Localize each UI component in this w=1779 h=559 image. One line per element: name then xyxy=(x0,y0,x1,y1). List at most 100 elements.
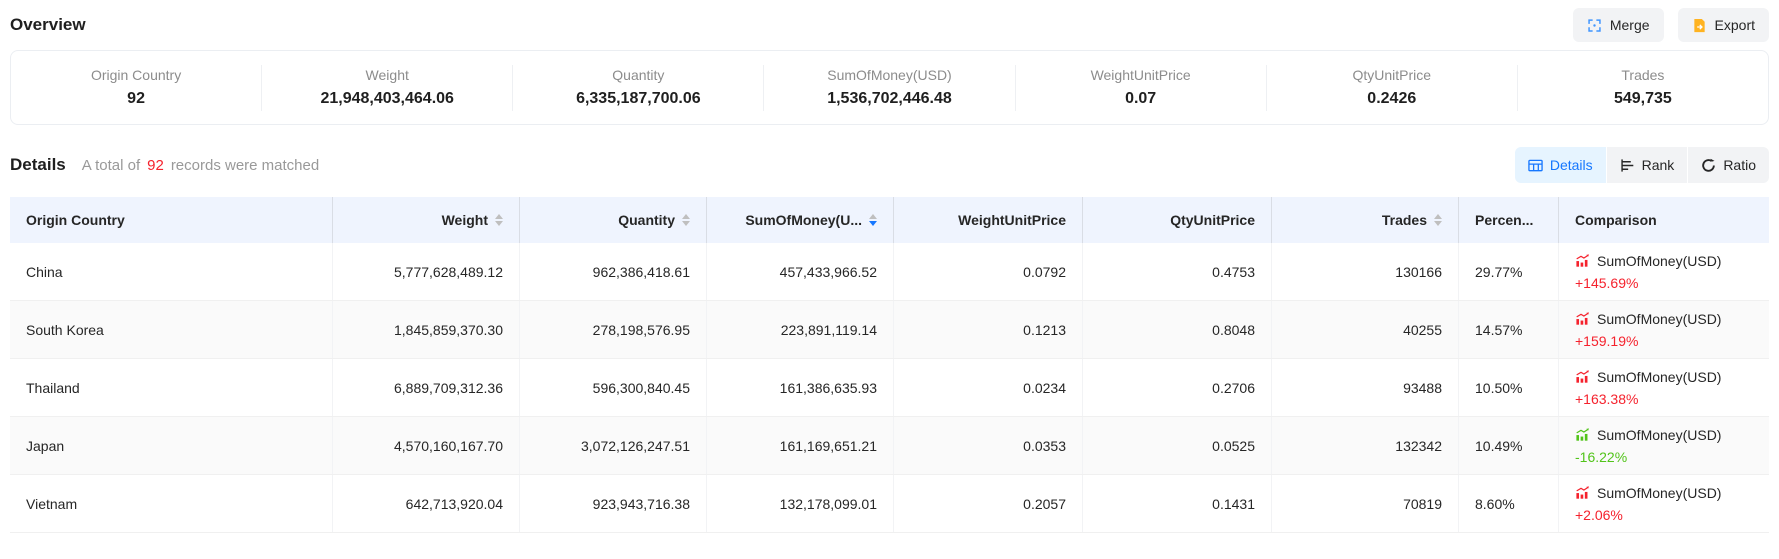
cell-trades: 70819 xyxy=(1271,475,1458,532)
cell-comparison: SumOfMoney(USD)+2.06% xyxy=(1558,475,1769,532)
table-header-row: Origin CountryWeightQuantitySumOfMoney(U… xyxy=(10,197,1769,243)
view-tab-rank[interactable]: Rank xyxy=(1607,147,1688,183)
sort-icon[interactable] xyxy=(495,214,503,226)
cell-comparison: SumOfMoney(USD)+163.38% xyxy=(1558,359,1769,416)
trend-up-icon xyxy=(1575,253,1590,268)
sort-caret-up-icon xyxy=(1434,214,1442,219)
table-row[interactable]: Japan4,570,160,167.703,072,126,247.51161… xyxy=(10,417,1769,475)
overview-stat: Quantity 6,335,187,700.06 xyxy=(512,65,763,111)
overview-stat-label: Weight xyxy=(262,67,512,83)
cell-origin-country: Thailand xyxy=(10,359,332,416)
trend-down-icon xyxy=(1575,427,1590,442)
summary-suffix: records were matched xyxy=(171,157,319,174)
merge-button[interactable]: Merge xyxy=(1573,8,1664,42)
sort-caret-down-icon xyxy=(682,221,690,226)
cell-sum-of-money: 161,386,635.93 xyxy=(706,359,893,416)
overview-card: Origin Country92Weight21,948,403,464.06Q… xyxy=(10,50,1769,125)
column-header-label: SumOfMoney(U... xyxy=(745,212,862,228)
column-header[interactable]: SumOfMoney(U... xyxy=(706,197,893,243)
cell-weight-unit-price: 0.0792 xyxy=(893,243,1082,300)
sort-caret-down-icon xyxy=(495,221,503,226)
cell-percentage: 14.57% xyxy=(1458,301,1558,358)
column-header[interactable]: Quantity xyxy=(519,197,706,243)
view-tab-label: Details xyxy=(1550,157,1593,173)
table-row[interactable]: South Korea1,845,859,370.30278,198,576.9… xyxy=(10,301,1769,359)
overview-stat-label: SumOfMoney(USD) xyxy=(764,67,1014,83)
table-row[interactable]: Vietnam642,713,920.04923,943,716.38132,1… xyxy=(10,475,1769,533)
overview-stat-label: Origin Country xyxy=(11,67,261,83)
cell-qty-unit-price: 0.1431 xyxy=(1082,475,1271,532)
overview-stat: SumOfMoney(USD)1,536,702,446.48 xyxy=(763,65,1014,111)
sort-icon[interactable] xyxy=(682,214,690,226)
overview-stat-value: 549,735 xyxy=(1518,90,1768,108)
overview-stat-value: 6,335,187,700.06 xyxy=(513,90,763,108)
cell-weight-unit-price: 0.0353 xyxy=(893,417,1082,474)
comparison-metric-label: SumOfMoney(USD) xyxy=(1597,482,1721,504)
cell-origin-country: China xyxy=(10,243,332,300)
column-header-label: WeightUnitPrice xyxy=(958,212,1066,228)
overview-stat-value: 21,948,403,464.06 xyxy=(262,90,512,108)
cell-quantity: 278,198,576.95 xyxy=(519,301,706,358)
records-count: 92 xyxy=(147,157,164,174)
comparison-delta: -16.22% xyxy=(1575,446,1627,468)
comparison-metric: SumOfMoney(USD) xyxy=(1575,308,1721,330)
comparison-metric: SumOfMoney(USD) xyxy=(1575,366,1721,388)
comparison-delta: +2.06% xyxy=(1575,504,1623,526)
sort-icon[interactable] xyxy=(1434,214,1442,226)
sort-icon[interactable] xyxy=(869,214,877,226)
overview-stat-label: Quantity xyxy=(513,67,763,83)
cell-percentage: 10.49% xyxy=(1458,417,1558,474)
comparison-metric-label: SumOfMoney(USD) xyxy=(1597,250,1721,272)
overview-stat-value: 92 xyxy=(11,90,261,108)
view-tab-ratio[interactable]: Ratio xyxy=(1688,147,1769,183)
cell-comparison: SumOfMoney(USD)+145.69% xyxy=(1558,243,1769,300)
merge-button-label: Merge xyxy=(1610,17,1650,33)
trade-overview-page: Overview Merge Export Origin Country92We… xyxy=(0,0,1779,533)
cell-weight-unit-price: 0.1213 xyxy=(893,301,1082,358)
cell-percentage: 29.77% xyxy=(1458,243,1558,300)
sort-caret-down-icon xyxy=(1434,221,1442,226)
cell-trades: 40255 xyxy=(1271,301,1458,358)
overview-stat-label: QtyUnitPrice xyxy=(1267,67,1517,83)
export-button-label: Export xyxy=(1715,17,1755,33)
export-button[interactable]: Export xyxy=(1678,8,1769,42)
column-header-label: Quantity xyxy=(618,212,675,228)
cell-sum-of-money: 457,433,966.52 xyxy=(706,243,893,300)
column-header[interactable]: Trades xyxy=(1271,197,1458,243)
records-summary: A total of 92 records were matched xyxy=(82,157,319,174)
sort-caret-up-icon xyxy=(869,214,877,219)
cell-quantity: 923,943,716.38 xyxy=(519,475,706,532)
details-table: Origin CountryWeightQuantitySumOfMoney(U… xyxy=(10,197,1769,533)
column-header: Percen... xyxy=(1458,197,1558,243)
comparison-metric-label: SumOfMoney(USD) xyxy=(1597,424,1721,446)
cell-sum-of-money: 161,169,651.21 xyxy=(706,417,893,474)
summary-prefix: A total of xyxy=(82,157,140,174)
comparison-delta: +159.19% xyxy=(1575,330,1638,352)
overview-stat: WeightUnitPrice0.07 xyxy=(1015,65,1266,111)
view-tab-label: Rank xyxy=(1642,157,1675,173)
comparison-delta: +145.69% xyxy=(1575,272,1638,294)
cell-trades: 132342 xyxy=(1271,417,1458,474)
column-header: Comparison xyxy=(1558,197,1769,243)
column-header[interactable]: Weight xyxy=(332,197,519,243)
cell-qty-unit-price: 0.0525 xyxy=(1082,417,1271,474)
overview-stat: Origin Country 92 xyxy=(11,65,261,111)
view-tab-details[interactable]: Details xyxy=(1515,147,1606,183)
column-header-label: Trades xyxy=(1382,212,1427,228)
trend-up-icon xyxy=(1575,311,1590,326)
cell-percentage: 10.50% xyxy=(1458,359,1558,416)
overview-stat: Trades549,735 xyxy=(1517,65,1768,111)
cell-origin-country: South Korea xyxy=(10,301,332,358)
cell-trades: 93488 xyxy=(1271,359,1458,416)
table-body: China5,777,628,489.12962,386,418.61457,4… xyxy=(10,243,1769,533)
view-tab-label: Ratio xyxy=(1723,157,1756,173)
comparison-metric: SumOfMoney(USD) xyxy=(1575,482,1721,504)
trend-up-icon xyxy=(1575,485,1590,500)
table-row[interactable]: Thailand6,889,709,312.36596,300,840.4516… xyxy=(10,359,1769,417)
cell-weight: 5,777,628,489.12 xyxy=(332,243,519,300)
details-bar: Details A total of 92 records were match… xyxy=(10,146,1769,184)
cell-qty-unit-price: 0.2706 xyxy=(1082,359,1271,416)
table-row[interactable]: China5,777,628,489.12962,386,418.61457,4… xyxy=(10,243,1769,301)
cell-trades: 130166 xyxy=(1271,243,1458,300)
cell-quantity: 3,072,126,247.51 xyxy=(519,417,706,474)
